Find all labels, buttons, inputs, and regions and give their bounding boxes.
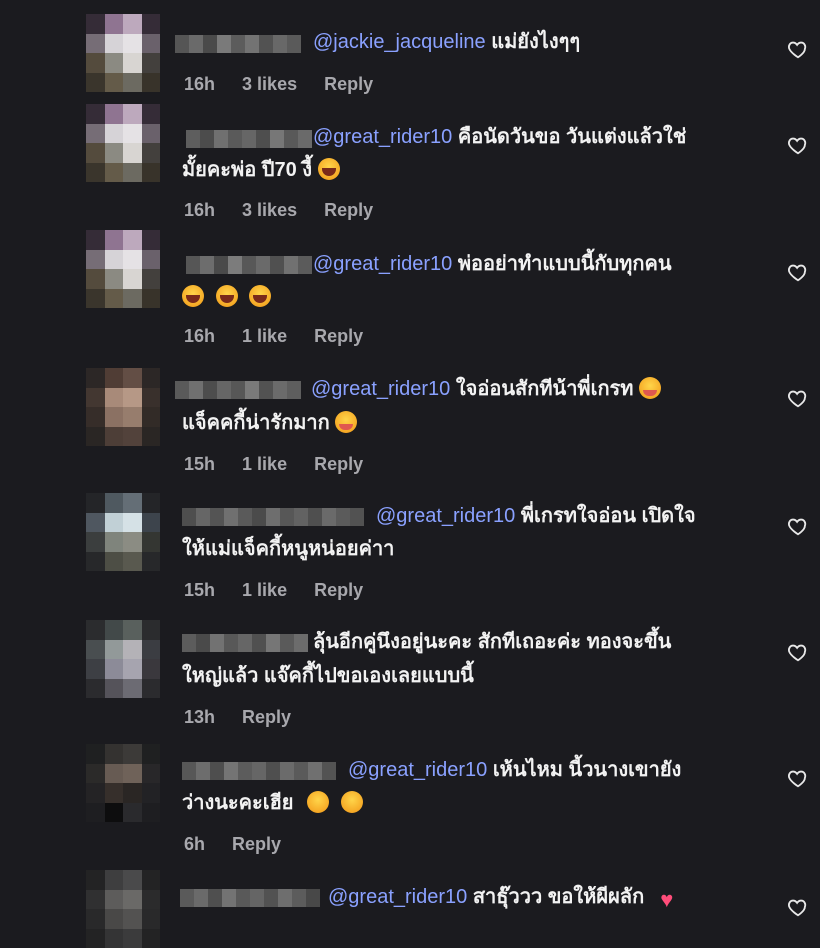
comment-body: แจ็คคกี้น่ารักมาก bbox=[182, 412, 330, 434]
comment-body: ลุ้นอีกคู่นึงอยู่นะคะ สักทีเถอะค่ะ ทองจะ… bbox=[313, 631, 672, 653]
heart-outline-icon[interactable] bbox=[787, 767, 809, 789]
reply-button[interactable]: Reply bbox=[314, 580, 363, 600]
comment-time: 16h bbox=[184, 74, 216, 94]
comment-text: @great_rider10 คือนัดวันขอ วันแต่งแล้วใช… bbox=[313, 121, 686, 153]
reply-button[interactable]: Reply bbox=[314, 454, 363, 474]
avatar[interactable] bbox=[86, 493, 160, 571]
mention-link[interactable]: @great_rider10 bbox=[313, 253, 452, 275]
avatar[interactable] bbox=[86, 368, 160, 446]
smiling-face-with-hearts-emoji bbox=[639, 377, 662, 399]
heart-outline-icon[interactable] bbox=[787, 134, 809, 156]
smiling-face-with-hearts-emoji bbox=[335, 411, 358, 433]
like-count[interactable]: 1 like bbox=[242, 326, 287, 346]
comment-time: 13h bbox=[184, 707, 216, 727]
comment-time: 15h bbox=[184, 580, 216, 600]
reply-button[interactable]: Reply bbox=[314, 326, 363, 346]
comment-time: 16h bbox=[184, 326, 216, 346]
comment-body: สาธุ๊ววว ขอให้ผีผลัก bbox=[472, 886, 645, 908]
mention-link[interactable]: @great_rider10 bbox=[328, 886, 467, 908]
avatar[interactable] bbox=[86, 620, 160, 698]
comment-body: ให้แม่แจ็คกี้หนูหน่อยค่าา bbox=[182, 538, 395, 560]
laughing-face-emoji bbox=[317, 158, 340, 180]
comment-text: @great_rider10 พ่ออย่าทำแบบนี้กับทุกคน bbox=[313, 248, 672, 280]
comment-body: มั้ยคะพ่อ ปี70 งี้ bbox=[182, 159, 313, 181]
comment-text-line2: ว่างนะคะเฮีย bbox=[182, 787, 369, 819]
reply-button[interactable]: Reply bbox=[324, 200, 373, 220]
comment-body: ใหญ่แล้ว แจ๊คกี้ไปขอเองเลยแบบนี้ bbox=[182, 665, 474, 687]
avatar[interactable] bbox=[86, 104, 160, 182]
heart-outline-icon[interactable] bbox=[787, 641, 809, 663]
username-blurred[interactable] bbox=[175, 35, 301, 53]
comment-meta: 15h 1 like Reply bbox=[184, 580, 385, 601]
laughing-face-emoji bbox=[215, 285, 238, 307]
comment-meta: 6h Reply bbox=[184, 834, 303, 855]
username-blurred[interactable] bbox=[186, 256, 312, 274]
comment-emoji-line bbox=[182, 281, 277, 313]
username-blurred[interactable] bbox=[182, 634, 308, 652]
username-blurred[interactable] bbox=[186, 130, 312, 148]
avatar[interactable] bbox=[86, 744, 160, 822]
like-count[interactable]: 3 likes bbox=[242, 74, 297, 94]
comment-text-line2: ให้แม่แจ็คกี้หนูหน่อยค่าา bbox=[182, 533, 394, 565]
comment-text: @great_rider10 สาธุ๊ววว ขอให้ผีผลัก ♥ bbox=[328, 881, 684, 913]
red-heart-emoji: ♥ bbox=[660, 887, 674, 912]
comment-text: @jackie_jacqueline แม่ยังไงๆๆ bbox=[313, 26, 580, 58]
avatar[interactable] bbox=[86, 14, 160, 92]
comment-text: @great_rider10 ใจอ่อนสักทีน้าพี่เกรท bbox=[311, 373, 667, 405]
comment-body: ใจอ่อนสักทีน้าพี่เกรท bbox=[455, 378, 634, 400]
mention-link[interactable]: @great_rider10 bbox=[313, 126, 452, 148]
comment-meta: 16h 1 like Reply bbox=[184, 326, 385, 347]
laughing-face-emoji bbox=[182, 285, 204, 307]
heart-outline-icon[interactable] bbox=[787, 515, 809, 537]
username-blurred[interactable] bbox=[182, 508, 364, 526]
comment-meta: 16h 3 likes Reply bbox=[184, 200, 395, 221]
mention-link[interactable]: @great_rider10 bbox=[376, 505, 515, 527]
avatar[interactable] bbox=[86, 870, 160, 948]
comment-body: แม่ยังไงๆๆ bbox=[491, 31, 581, 53]
heart-outline-icon[interactable] bbox=[787, 387, 809, 409]
comment-body: คือนัดวันขอ วันแต่งแล้วใช่ bbox=[457, 126, 687, 148]
heart-outline-icon[interactable] bbox=[787, 261, 809, 283]
comment-body: เห้นไหม นี้วนางเขายัง bbox=[492, 759, 682, 781]
comment-text: @great_rider10 เห้นไหม นี้วนางเขายัง bbox=[348, 754, 681, 786]
username-blurred[interactable] bbox=[182, 762, 336, 780]
laughing-face-emoji bbox=[249, 285, 272, 307]
mention-link[interactable]: @great_rider10 bbox=[311, 378, 450, 400]
comment-meta: 13h Reply bbox=[184, 707, 313, 728]
comment-body: ว่างนะคะเฮีย bbox=[182, 792, 294, 814]
face-with-hand-over-mouth-emoji bbox=[307, 791, 330, 813]
face-with-hand-over-mouth-emoji bbox=[340, 791, 363, 813]
comment-meta: 16h 3 likes Reply bbox=[184, 74, 395, 95]
comment-time: 6h bbox=[184, 834, 206, 854]
heart-outline-icon[interactable] bbox=[787, 38, 809, 60]
mention-link[interactable]: @jackie_jacqueline bbox=[313, 31, 486, 53]
username-blurred[interactable] bbox=[175, 381, 301, 399]
reply-button[interactable]: Reply bbox=[324, 74, 373, 94]
heart-outline-icon[interactable] bbox=[787, 896, 809, 918]
comment-time: 15h bbox=[184, 454, 216, 474]
comment-text: @great_rider10 พี่เกรทใจอ่อน เปิดใจ bbox=[376, 500, 696, 532]
reply-button[interactable]: Reply bbox=[232, 834, 281, 854]
like-count[interactable]: 3 likes bbox=[242, 200, 297, 220]
comment-text-line2: มั้ยคะพ่อ ปี70 งี้ bbox=[182, 154, 346, 186]
comment-text-line2: ใหญ่แล้ว แจ๊คกี้ไปขอเองเลยแบบนี้ bbox=[182, 660, 474, 692]
comment-time: 16h bbox=[184, 200, 216, 220]
comment-text: ลุ้นอีกคู่นึงอยู่นะคะ สักทีเถอะค่ะ ทองจะ… bbox=[313, 626, 671, 658]
comment-body: พี่เกรทใจอ่อน เปิดใจ bbox=[520, 505, 696, 527]
comment-body: พ่ออย่าทำแบบนี้กับทุกคน bbox=[457, 253, 672, 275]
username-blurred[interactable] bbox=[180, 889, 320, 907]
like-count[interactable]: 1 like bbox=[242, 580, 287, 600]
comment-meta: 15h 1 like Reply bbox=[184, 454, 385, 475]
mention-link[interactable]: @great_rider10 bbox=[348, 759, 487, 781]
comment-text-line2: แจ็คคกี้น่ารักมาก bbox=[182, 407, 363, 439]
reply-button[interactable]: Reply bbox=[242, 707, 291, 727]
like-count[interactable]: 1 like bbox=[242, 454, 287, 474]
avatar[interactable] bbox=[86, 230, 160, 308]
